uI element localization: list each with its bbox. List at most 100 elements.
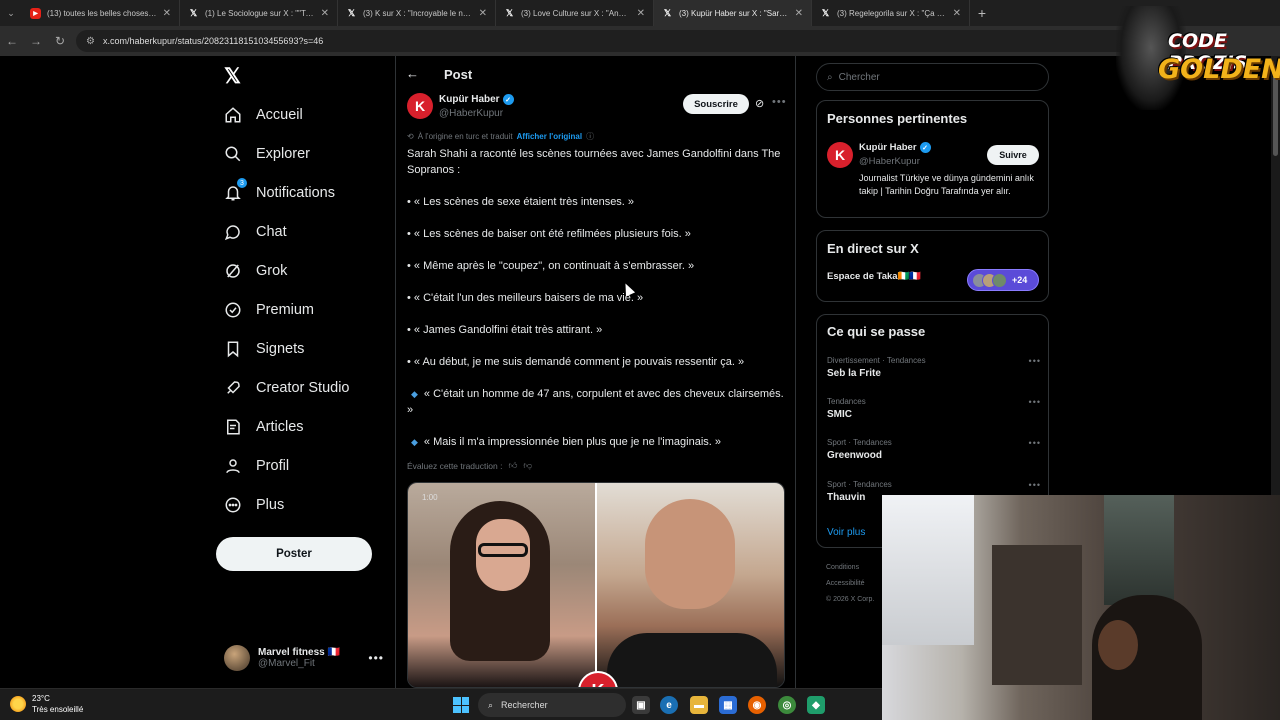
bookmark-icon [224,340,242,358]
close-icon[interactable]: ✕ [953,8,961,19]
relevant-name-row[interactable]: Kupür Haber ✓ [859,142,931,153]
author-name-row[interactable]: Kupür Haber ✓ [439,94,514,105]
show-original-link[interactable]: Afficher l'original [517,132,582,141]
footer-link[interactable]: Conditions [826,560,874,576]
back-icon[interactable]: ← [0,34,24,48]
x-logo-icon[interactable]: 𝕏 [224,64,241,89]
nav-item-chat[interactable]: Chat [224,217,287,247]
taskbar-search[interactable]: ⌕ Rechercher [478,693,626,717]
more-icon[interactable]: ••• [368,651,384,665]
new-tab-button[interactable]: + [970,5,994,21]
tab-search-icon[interactable]: ⌄ [0,8,22,19]
post-paragraph: • « Même après le "coupez", on continuai… [407,260,695,272]
site-info-icon[interactable]: ⚙ [86,36,95,47]
post-paragraph: • « James Gandolfini était très attirant… [407,324,603,336]
account-switcher[interactable]: Marvel fitness 🇫🇷 @Marvel_Fit ••• [224,642,384,674]
close-icon[interactable]: ✕ [163,8,171,19]
translate-icon: ⟲ [407,132,414,141]
trend-category: Tendances [827,397,866,406]
nav-item-premium[interactable]: Premium [224,295,314,325]
video-duration: 1:00 [422,493,438,502]
nav-label: Notifications [256,185,335,201]
thumbs-down-icon[interactable]: 👎︎ [523,460,532,471]
photo-right [597,483,784,687]
author-avatar[interactable]: K [407,93,433,119]
reload-icon[interactable]: ↻ [48,34,72,48]
thumbs-up-icon[interactable]: 👍︎ [508,460,517,471]
nav-item-explore[interactable]: Explorer [224,139,310,169]
nav-item-notifications[interactable]: 3 Notifications [224,178,335,208]
nav-item-grok[interactable]: Grok [224,256,287,286]
relevant-handle[interactable]: @HaberKupur [859,156,920,167]
browser-tab[interactable]: 𝕏 (1) Le Sociologue sur X : ""Tu n ✕ [180,0,338,26]
nav-item-articles[interactable]: Articles [224,412,304,442]
subscribe-button[interactable]: Souscrire [683,94,749,114]
nav-label: Explorer [256,146,310,162]
search-icon: ⌕ [827,71,833,83]
search-bar[interactable]: ⌕ [816,63,1049,91]
post-paragraph: • « Les scènes de baiser ont été refilmé… [407,228,691,240]
show-more-link[interactable]: Voir plus [827,527,865,538]
url-field[interactable]: ⚙ x.com/haberkupur/status/20823118151034… [76,30,1136,52]
close-icon[interactable]: ✕ [637,8,645,19]
follow-button[interactable]: Suivre [987,145,1039,165]
space-listeners[interactable]: +24 [967,269,1039,291]
trend-category: Sport · Tendances [827,480,892,489]
more-icon[interactable]: ••• [1029,397,1041,407]
trend-item[interactable]: Tendances SMIC ••• [827,397,1041,420]
relevant-name: Kupür Haber [859,142,917,153]
chrome-icon[interactable]: ◎ [778,696,796,714]
back-arrow-icon[interactable]: ← [406,66,419,81]
file-explorer-icon[interactable]: ▬ [690,696,708,714]
main-column: ← Post K Kupür Haber ✓ @HaberKupur Sousc… [395,56,796,688]
browser-tab[interactable]: 𝕏 (3) K sur X : "Incroyable le nouv ✕ [338,0,496,26]
webcam-window [882,495,974,645]
post-button[interactable]: Poster [216,537,372,571]
trend-category: Sport · Tendances [827,438,892,447]
windows-start-icon[interactable] [453,697,469,713]
space-name[interactable]: Espace de Taka🇨🇮🇫🇷 [827,271,921,282]
nav-item-profile[interactable]: Profil [224,451,289,481]
relevant-people-card: Personnes pertinentes K Kupür Haber ✓ @H… [816,100,1049,218]
person-icon [224,457,242,475]
close-icon[interactable]: ✕ [795,8,803,19]
trend-item[interactable]: Sport · Tendances Greenwood ••• [827,438,1041,461]
nav-item-more[interactable]: Plus [224,490,284,520]
nav-label: Signets [256,341,305,357]
nav-label: Chat [256,224,287,240]
forward-icon[interactable]: → [24,34,48,48]
more-icon[interactable]: ••• [1029,438,1041,448]
weather-description: Très ensoleillé [32,705,84,714]
nav-item-creator-studio[interactable]: Creator Studio [224,373,350,403]
more-icon[interactable]: ••• [1029,480,1041,490]
more-icon[interactable]: ••• [772,96,787,108]
close-icon[interactable]: ✕ [321,8,329,19]
grok-icon[interactable]: ⊘ [755,97,764,110]
edge-icon[interactable]: e [660,696,678,714]
browser-tab[interactable]: ▶ (13) toutes les belles choses on ✕ [22,0,180,26]
verified-badge-icon: ✓ [919,142,931,153]
post-paragraph-text: « C'était un homme de 47 ans, corpulent … [407,388,784,416]
browser-tab[interactable]: 𝕏 (3) Love Culture sur X : "Angeli ✕ [496,0,654,26]
avatar[interactable]: K [827,142,853,168]
close-icon[interactable]: ✕ [479,8,487,19]
nav-label: Premium [256,302,315,318]
nav-item-bookmarks[interactable]: Signets [224,334,304,364]
author-handle[interactable]: @HaberKupur [439,108,503,119]
store-icon[interactable]: ▦ [719,696,737,714]
weather-widget[interactable]: 23°C Très ensoleillé [10,693,83,715]
browser-tab[interactable]: 𝕏 (3) Regelegorila sur X : "Ça dev ✕ [812,0,970,26]
search-input[interactable] [838,71,1019,83]
more-icon[interactable]: ••• [1029,356,1041,366]
trend-item[interactable]: Divertissement · Tendances Seb la Frite … [827,356,1041,379]
footer-link[interactable]: Accessibilité [826,576,874,592]
search-icon [224,145,242,163]
task-view-icon[interactable]: ▣ [632,696,650,714]
app-icon[interactable]: ◆ [807,696,825,714]
rate-translation: Évaluez cette traduction : 👍︎ 👎︎ [407,460,532,471]
post-media[interactable]: 1:00 K [407,482,785,688]
browser-tab-active[interactable]: 𝕏 (3) Kupür Haber sur X : "Sarah S ✕ [654,0,812,26]
nav-item-home[interactable]: Accueil [224,100,303,130]
photo-left: 1:00 [408,483,597,687]
firefox-icon[interactable]: ◉ [748,696,766,714]
